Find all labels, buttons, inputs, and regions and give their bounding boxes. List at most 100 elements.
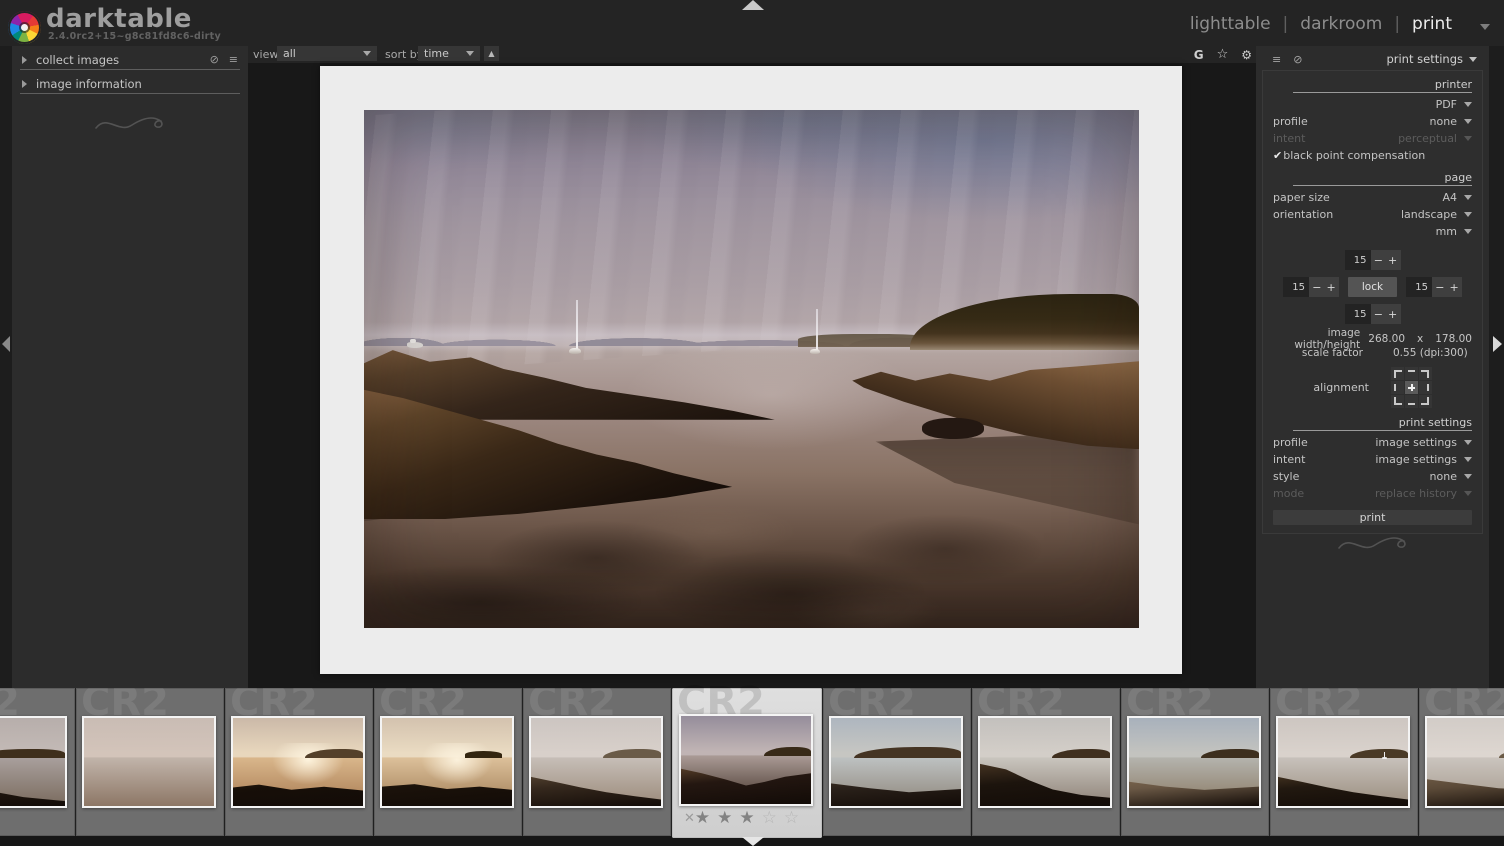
minus-icon[interactable]: −: [1374, 254, 1383, 267]
preferences-gear-icon[interactable]: ⚙: [1241, 48, 1252, 62]
view-darkroom[interactable]: darkroom: [1300, 14, 1382, 34]
style-row[interactable]: style none: [1263, 468, 1482, 485]
alignment-bottom-button[interactable]: [1405, 395, 1418, 408]
alignment-bottom-right-button[interactable]: [1419, 395, 1432, 408]
reset-icon[interactable]: ⊘: [1293, 53, 1302, 66]
thumbnail-scene: [1278, 718, 1408, 806]
view-print[interactable]: print: [1412, 14, 1452, 34]
filmstrip-thumbnail[interactable]: CR2: [823, 688, 971, 836]
dropdown-caret-icon: [1464, 102, 1472, 107]
panel-collapse-left-button[interactable]: [2, 336, 10, 352]
panel-collapse-right-button[interactable]: [1493, 336, 1502, 352]
presets-icon[interactable]: ≡: [229, 53, 238, 66]
paper-size-row[interactable]: paper size A4: [1263, 189, 1482, 206]
margin-bottom-value[interactable]: 15: [1345, 304, 1371, 324]
headland: [1499, 749, 1504, 758]
margin-right-value[interactable]: 15: [1406, 277, 1432, 297]
filmstrip-thumbnail[interactable]: CR2: [1419, 688, 1504, 836]
output-intent-row[interactable]: intent image settings: [1263, 451, 1482, 468]
panel-title[interactable]: print settings: [1386, 52, 1463, 66]
view-separator: |: [1394, 14, 1400, 34]
margin-top-spinner[interactable]: 15 − +: [1345, 250, 1401, 270]
view-filter-value: all: [283, 47, 296, 60]
margin-left-value[interactable]: 15: [1283, 277, 1309, 297]
dropdown-caret-icon: [363, 51, 371, 56]
star-icon[interactable]: ★: [739, 810, 754, 827]
thumbnail-scene: [382, 718, 512, 806]
thumbnail-image: [231, 716, 365, 808]
printer-value: PDF: [1436, 98, 1457, 111]
filmstrip-thumbnail[interactable]: CR2: [1270, 688, 1418, 836]
star-icon[interactable]: ☆: [762, 810, 777, 827]
minus-icon[interactable]: −: [1435, 281, 1444, 294]
orientation-row[interactable]: orientation landscape: [1263, 206, 1482, 223]
view-filter-select[interactable]: all: [277, 46, 377, 61]
printer-profile-row[interactable]: profile none: [1263, 113, 1482, 130]
view-lighttable[interactable]: lighttable: [1190, 14, 1271, 34]
margin-top-value[interactable]: 15: [1345, 250, 1371, 270]
app-title: darktable: [46, 4, 192, 34]
view-switcher: lighttable | darkroom | print: [1190, 14, 1452, 34]
alignment-top-left-button[interactable]: [1391, 367, 1404, 380]
image-information-module-header[interactable]: image information: [20, 74, 240, 94]
margin-right-spinner[interactable]: 15 − +: [1406, 277, 1462, 297]
alignment-bottom-left-button[interactable]: [1391, 395, 1404, 408]
foreground-rocks: [1278, 766, 1408, 806]
sort-by-select[interactable]: time: [418, 46, 480, 61]
plus-icon[interactable]: +: [1388, 308, 1397, 321]
thumbnail-image: [380, 716, 514, 808]
headland: [603, 749, 662, 758]
window-menu-caret-icon[interactable]: [1480, 24, 1490, 30]
foreground-rocks: [980, 760, 1110, 806]
unit-row[interactable]: mm: [1263, 223, 1482, 240]
plus-icon[interactable]: +: [1327, 281, 1336, 294]
paper-sheet: [320, 66, 1182, 674]
alignment-center-button[interactable]: [1405, 381, 1418, 394]
alignment-top-button[interactable]: [1405, 367, 1418, 380]
star-icon[interactable]: ☆: [784, 810, 799, 827]
margin-left-spinner[interactable]: 15 − +: [1283, 277, 1339, 297]
panel-collapse-top-button[interactable]: [742, 0, 764, 10]
sort-by-value: time: [424, 47, 449, 60]
alignment-top-right-button[interactable]: [1419, 367, 1432, 380]
alignment-left-button[interactable]: [1391, 381, 1404, 394]
collect-images-module-header[interactable]: collect images ⊘ ≡: [20, 50, 240, 70]
filmstrip-thumbnail[interactable]: CR2: [374, 688, 522, 836]
grouping-icon[interactable]: G: [1194, 48, 1204, 62]
sort-direction-button[interactable]: ▲: [484, 46, 499, 61]
output-profile-row[interactable]: profile image settings: [1263, 434, 1482, 451]
filmstrip-thumbnail[interactable]: CR2: [1121, 688, 1269, 836]
plus-icon[interactable]: +: [1450, 281, 1459, 294]
panel-collapse-bottom-button[interactable]: [742, 837, 764, 846]
thumbnail-scene: [1129, 718, 1259, 806]
filmstrip-thumbnail[interactable]: CR2: [76, 688, 224, 836]
foreground-rocks: [84, 771, 214, 806]
reject-icon[interactable]: ✕: [684, 811, 695, 826]
top-bar: darktable 2.4.0rc2+15~g8c81fd8c6-dirty l…: [0, 0, 1504, 46]
reset-icon[interactable]: ⊘: [210, 53, 219, 66]
intent-value: perceptual: [1398, 132, 1457, 145]
alignment-grid: [1391, 367, 1432, 408]
margins-lock-button[interactable]: lock: [1348, 277, 1397, 297]
filmstrip-thumbnail[interactable]: CR2: [523, 688, 671, 836]
margin-bottom-spinner[interactable]: 15 − +: [1345, 304, 1401, 324]
star-icon[interactable]: ★: [695, 810, 710, 827]
black-point-compensation-row[interactable]: ✔ black point compensation: [1263, 147, 1482, 164]
filmstrip-thumbnail[interactable]: CR2 ✕ ★★★☆☆: [672, 688, 822, 838]
paper-size-label: paper size: [1273, 191, 1330, 204]
minus-icon[interactable]: −: [1312, 281, 1321, 294]
filmstrip-thumbnail[interactable]: CR2: [0, 688, 75, 836]
presets-icon[interactable]: ≡: [1272, 53, 1281, 66]
darktable-logo-icon: [8, 11, 41, 44]
paper-size-value: A4: [1442, 191, 1457, 204]
plus-icon[interactable]: +: [1388, 254, 1397, 267]
print-button[interactable]: print: [1273, 510, 1472, 525]
star-icon[interactable]: ★: [717, 810, 732, 827]
color-labels-icon[interactable]: ☆: [1217, 47, 1229, 62]
filmstrip-thumbnail[interactable]: CR2: [972, 688, 1120, 836]
checkbox-checked-icon[interactable]: ✔: [1273, 149, 1282, 162]
filmstrip-thumbnail[interactable]: CR2: [225, 688, 373, 836]
printer-select-row[interactable]: PDF: [1263, 96, 1482, 113]
alignment-right-button[interactable]: [1419, 381, 1432, 394]
minus-icon[interactable]: −: [1374, 308, 1383, 321]
